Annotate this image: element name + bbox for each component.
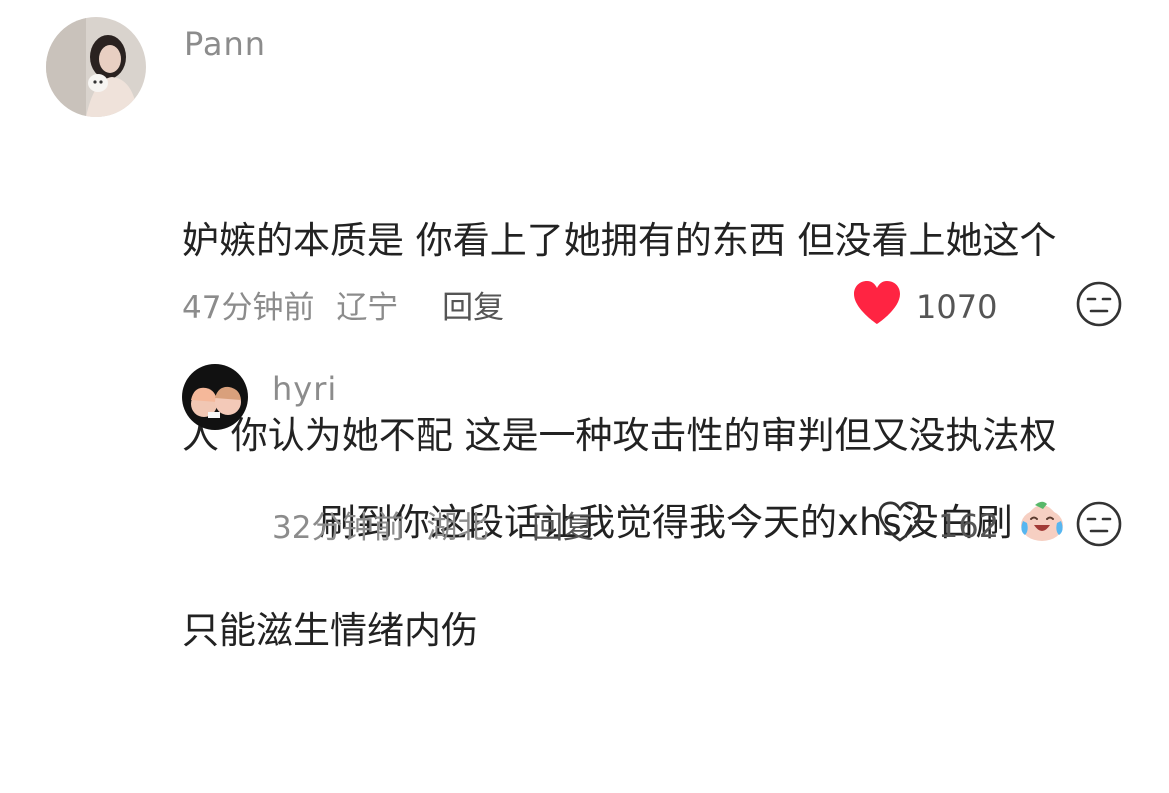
heart-filled-icon — [852, 280, 902, 334]
comment-meta: 47分钟前 辽宁 回复 — [182, 282, 504, 327]
like-count: 162 — [938, 507, 1000, 545]
like-button[interactable]: 162 — [876, 500, 999, 552]
avatar[interactable] — [46, 17, 146, 117]
heart-outline-icon — [876, 500, 924, 552]
comment-location: 辽宁 — [336, 290, 399, 326]
neutral-face-icon[interactable] — [1075, 500, 1123, 552]
crying-laughing-emoji — [1017, 497, 1067, 563]
comment-time: 32分钟前 — [272, 510, 405, 546]
reply-button[interactable]: 回复 — [532, 510, 594, 546]
comment-location: 湖北 — [426, 510, 489, 546]
avatar[interactable] — [182, 364, 248, 430]
username[interactable]: hyri — [272, 370, 337, 408]
reply-button[interactable]: 回复 — [442, 290, 504, 326]
comment-text-line: 妒嫉的本质是 你看上了她拥有的东西 但没看上她这个 — [182, 219, 1057, 262]
username[interactable]: Pann — [184, 25, 266, 63]
like-button[interactable]: 1070 — [852, 280, 997, 334]
neutral-face-icon[interactable] — [1075, 280, 1123, 332]
comment-meta: 32分钟前 湖北 回复 — [272, 502, 594, 547]
comment-time: 47分钟前 — [182, 290, 315, 326]
like-count: 1070 — [916, 288, 998, 326]
